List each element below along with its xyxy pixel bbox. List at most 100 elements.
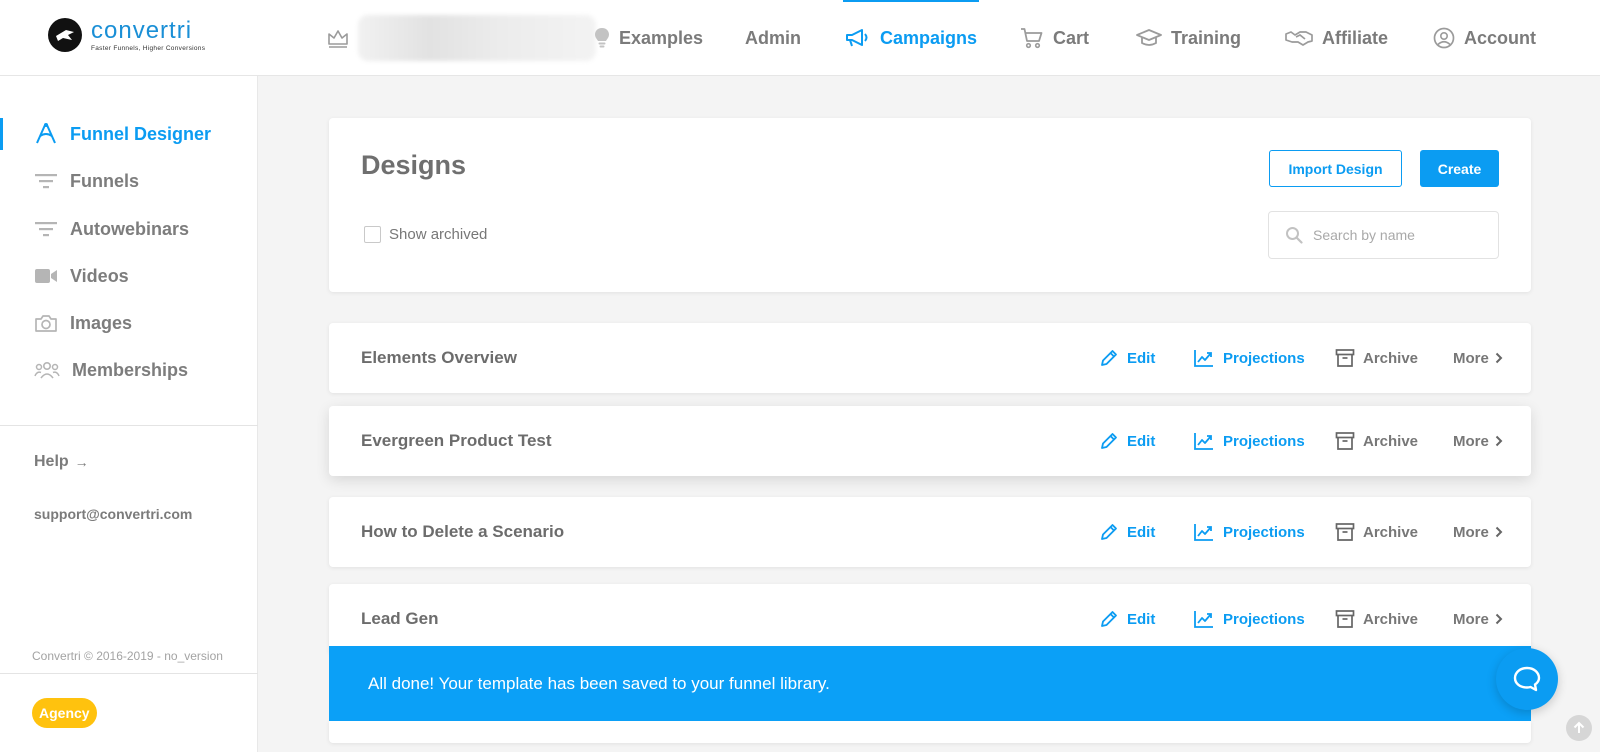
lightbulb-icon <box>595 28 609 48</box>
sidebar-item-funnel-designer[interactable]: Funnel Designer <box>0 114 257 154</box>
chart-line-icon <box>1194 350 1213 367</box>
edit-label: Edit <box>1127 432 1156 450</box>
design-name[interactable]: Elements Overview <box>361 323 517 393</box>
search-icon <box>1286 227 1303 244</box>
top-bar: convertri Faster Funnels, Higher Convers… <box>0 0 1600 76</box>
edit-button[interactable]: Edit <box>1099 406 1155 476</box>
chevron-right-icon <box>1495 526 1503 538</box>
design-name[interactable]: How to Delete a Scenario <box>361 497 564 567</box>
create-button[interactable]: Create <box>1420 150 1499 187</box>
design-row: Evergreen Product Test Edit Projections … <box>329 406 1531 476</box>
nav-label: Affiliate <box>1322 27 1389 48</box>
page-title: Designs <box>361 150 467 180</box>
users-icon <box>34 361 60 379</box>
archive-button[interactable]: Archive <box>1335 584 1418 654</box>
chat-bubble-icon <box>1513 666 1541 692</box>
more-button[interactable]: More <box>1453 584 1503 654</box>
projections-label: Projections <box>1223 432 1305 450</box>
toast-message: All done! Your template has been saved t… <box>368 673 830 693</box>
archive-box-icon <box>1335 610 1355 628</box>
nav-affiliate[interactable]: Affiliate <box>1285 0 1388 76</box>
crown-icon <box>328 30 348 48</box>
import-design-button[interactable]: Import Design <box>1269 150 1402 187</box>
nav-label: Examples <box>619 27 704 48</box>
sidebar-item-images[interactable]: Images <box>0 303 257 343</box>
sidebar-item-label: Funnels <box>70 170 140 191</box>
nav-label: Campaigns <box>880 27 978 48</box>
brand-name: convertri <box>91 16 193 44</box>
chevron-right-icon <box>1495 435 1503 447</box>
nav-campaigns[interactable]: Campaigns <box>842 0 980 76</box>
sidebar-item-label: Memberships <box>72 359 189 380</box>
nav-label: Admin <box>745 27 801 48</box>
chat-widget-button[interactable] <box>1496 648 1558 710</box>
search-input[interactable] <box>1313 227 1493 243</box>
sidebar-item-label: Funnel Designer <box>70 123 212 144</box>
projections-label: Projections <box>1223 349 1305 367</box>
sidebar-item-label: Videos <box>70 265 129 286</box>
design-name[interactable]: Lead Gen <box>361 584 438 654</box>
nav-label: Training <box>1171 27 1242 48</box>
more-label: More <box>1453 432 1489 450</box>
archive-box-icon <box>1335 523 1355 541</box>
archive-button[interactable]: Archive <box>1335 497 1418 567</box>
help-link[interactable]: Help → <box>34 453 89 471</box>
nav-examples[interactable]: Examples <box>594 0 703 76</box>
archive-button[interactable]: Archive <box>1335 323 1418 393</box>
more-button[interactable]: More <box>1453 497 1503 567</box>
camera-icon <box>35 315 57 332</box>
design-row: Elements Overview Edit Projections Archi… <box>329 323 1531 393</box>
projections-label: Projections <box>1223 523 1305 541</box>
sidebar-divider <box>0 673 258 674</box>
edit-label: Edit <box>1127 610 1156 628</box>
edit-label: Edit <box>1127 349 1156 367</box>
nav-cart[interactable]: Cart <box>1020 0 1089 76</box>
edit-button[interactable]: Edit <box>1099 497 1155 567</box>
more-button[interactable]: More <box>1453 323 1503 393</box>
projections-button[interactable]: Projections <box>1193 323 1305 393</box>
chevron-right-icon <box>1495 352 1503 364</box>
edit-label: Edit <box>1127 523 1156 541</box>
archive-button[interactable]: Archive <box>1335 406 1418 476</box>
sidebar-item-funnels[interactable]: Funnels <box>0 161 257 201</box>
graduation-cap-icon <box>1136 29 1162 46</box>
megaphone-icon <box>846 29 868 47</box>
projections-button[interactable]: Projections <box>1193 406 1305 476</box>
sidebar-item-videos[interactable]: Videos <box>0 256 257 296</box>
search-field[interactable] <box>1268 211 1499 259</box>
edit-button[interactable]: Edit <box>1099 584 1155 654</box>
nav-account[interactable]: Account <box>1433 0 1536 76</box>
arrow-up-icon <box>1573 721 1585 733</box>
chart-line-icon <box>1194 611 1213 628</box>
sidebar-item-label: Images <box>70 312 133 333</box>
designs-panel: Designs Show archived Import Design Crea… <box>329 118 1531 292</box>
archive-box-icon <box>1335 349 1355 367</box>
convertri-logo[interactable]: convertri Faster Funnels, Higher Convers… <box>48 18 205 52</box>
nav-admin[interactable]: Admin <box>745 0 801 76</box>
chart-line-icon <box>1194 524 1213 541</box>
more-label: More <box>1453 349 1489 367</box>
chevron-right-icon <box>1495 613 1503 625</box>
more-button[interactable]: More <box>1453 406 1503 476</box>
filter-icon <box>35 222 57 237</box>
arrow-right-icon: → <box>74 454 89 470</box>
pencil-icon <box>1101 350 1117 366</box>
checkbox-box[interactable] <box>364 226 381 243</box>
design-name[interactable]: Evergreen Product Test <box>361 406 552 476</box>
archive-label: Archive <box>1363 349 1419 367</box>
nav-label: Account <box>1464 27 1536 48</box>
show-archived-checkbox[interactable]: Show archived <box>364 226 487 243</box>
sidebar-item-autowebinars[interactable]: Autowebinars <box>0 209 257 249</box>
support-email-link[interactable]: support@convertri.com <box>34 506 192 522</box>
projections-button[interactable]: Projections <box>1193 497 1305 567</box>
help-label: Help <box>34 453 69 470</box>
scroll-to-top-button[interactable] <box>1566 715 1592 741</box>
nav-training[interactable]: Training <box>1136 0 1241 76</box>
sidebar-item-memberships[interactable]: Memberships <box>0 350 257 390</box>
archive-label: Archive <box>1363 432 1419 450</box>
projections-button[interactable]: Projections <box>1193 584 1305 654</box>
nav-label: Cart <box>1053 27 1090 48</box>
more-label: More <box>1453 523 1489 541</box>
edit-button[interactable]: Edit <box>1099 323 1155 393</box>
plan-badge: Agency <box>32 698 97 728</box>
